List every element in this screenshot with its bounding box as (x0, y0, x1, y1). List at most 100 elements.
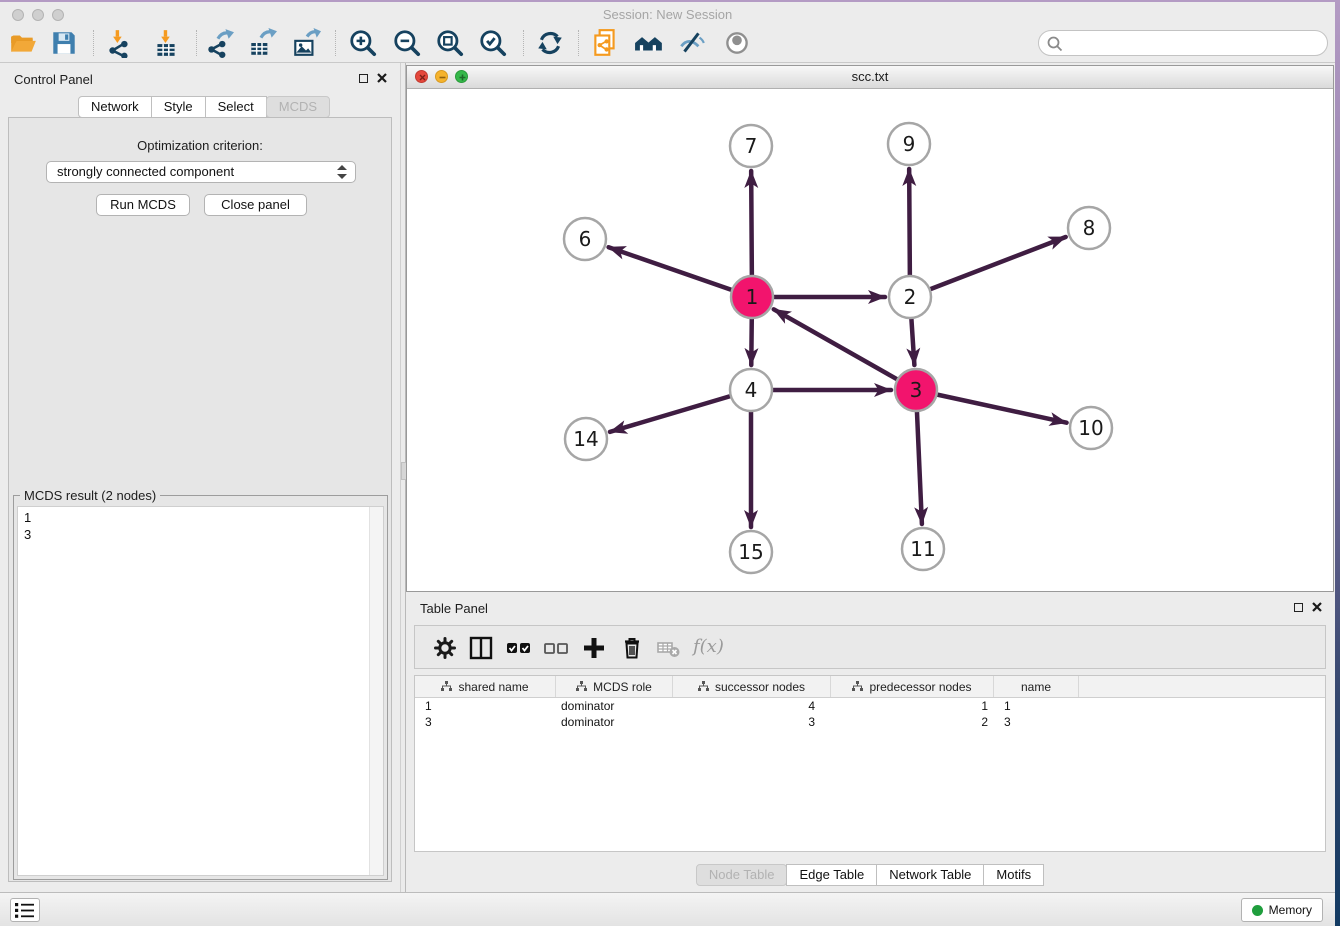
optimization-criterion-label: Optimization criterion: (9, 138, 391, 153)
graph-node-label: 6 (579, 227, 592, 251)
graph-node-label: 15 (738, 540, 763, 564)
close-panel-button[interactable]: Close panel (204, 194, 307, 216)
criterion-dropdown[interactable]: strongly connected component (46, 161, 356, 183)
select-all-icon[interactable] (505, 634, 533, 662)
export-table-icon[interactable] (247, 28, 277, 58)
table-panel: Table Panel (406, 594, 1334, 888)
tab-motifs[interactable]: Motifs (983, 864, 1044, 886)
mcds-result-title: MCDS result (2 nodes) (20, 488, 160, 503)
import-network-icon[interactable] (104, 28, 134, 58)
graph-edge-3-10[interactable] (916, 390, 1067, 423)
show-panel-button[interactable] (10, 898, 40, 922)
column-header-successor-nodes[interactable]: successor nodes (673, 676, 831, 697)
tab-style[interactable]: Style (151, 96, 206, 118)
column-header-mcds-role[interactable]: MCDS role (556, 676, 673, 697)
save-icon[interactable] (49, 28, 79, 58)
graph-node-label: 11 (910, 537, 935, 561)
trash-icon[interactable] (618, 634, 646, 662)
memory-label: Memory (1269, 903, 1312, 917)
tab-mcds[interactable]: MCDS (266, 96, 330, 118)
table-panel-title: Table Panel (420, 601, 488, 616)
columns-icon[interactable] (467, 634, 495, 662)
toolbar-separator (523, 30, 524, 56)
table-header: shared name MCDS role successor nodes pr… (415, 676, 1325, 698)
float-panel-icon[interactable] (359, 74, 368, 83)
table-cell: 4 (673, 698, 831, 714)
add-icon[interactable] (580, 634, 608, 662)
zoom-fit-icon[interactable] (435, 28, 465, 58)
chevron-updown-icon (337, 165, 347, 179)
zoom-in-icon[interactable] (348, 28, 378, 58)
import-table-icon[interactable] (151, 28, 181, 58)
result-scrollbar[interactable] (369, 507, 383, 875)
mcds-result-box: MCDS result (2 nodes) 1 3 (13, 495, 388, 880)
refresh-icon[interactable] (535, 28, 565, 58)
table-panel-window-buttons (1294, 602, 1322, 612)
memory-status-icon (1252, 905, 1263, 916)
toolbar-separator (93, 30, 94, 56)
table-cell: 3 (673, 714, 831, 730)
function-icon[interactable]: f(x) (693, 636, 724, 657)
node-table: shared name MCDS role successor nodes pr… (414, 675, 1326, 852)
column-header-shared-name[interactable]: shared name (415, 676, 556, 697)
float-panel-icon[interactable] (1294, 603, 1303, 612)
delete-table-icon[interactable] (655, 634, 683, 662)
search-input[interactable] (1038, 30, 1328, 56)
toolbar-separator (335, 30, 336, 56)
deselect-all-icon[interactable] (542, 634, 570, 662)
network-graph-canvas[interactable]: 7968124314101511 (407, 88, 1333, 591)
status-bar: Memory (0, 892, 1335, 926)
graph-edge-2-8[interactable] (910, 237, 1066, 297)
memory-button[interactable]: Memory (1241, 898, 1323, 922)
eye-icon[interactable] (722, 28, 752, 58)
run-mcds-button[interactable]: Run MCDS (96, 194, 190, 216)
graph-node-label: 9 (903, 132, 916, 156)
graph-node-label: 14 (573, 427, 598, 451)
toolbar-separator (196, 30, 197, 56)
tab-edge-table[interactable]: Edge Table (786, 864, 877, 886)
graph-node-label: 2 (904, 285, 917, 309)
export-network-icon[interactable] (204, 28, 234, 58)
graph-node-label: 7 (745, 134, 758, 158)
graph-node-label: 10 (1078, 416, 1103, 440)
home-icon[interactable] (634, 28, 664, 58)
table-row[interactable]: 3dominator323 (415, 714, 1325, 730)
hierarchy-icon (441, 681, 452, 692)
tab-network-table[interactable]: Network Table (876, 864, 984, 886)
graph-node-label: 1 (746, 285, 759, 309)
hide-visual-icon[interactable] (677, 28, 707, 58)
list-icon (15, 903, 35, 918)
zoom-selected-icon[interactable] (478, 28, 508, 58)
network-document-icon[interactable] (590, 28, 620, 58)
graph-edge-1-6[interactable] (609, 247, 752, 297)
table-tabs: Node Table Edge Table Network Table Moti… (406, 864, 1334, 886)
toolbar-separator (578, 30, 579, 56)
table-toolbar: f(x) (414, 625, 1326, 669)
open-folder-icon[interactable] (8, 28, 38, 58)
zoom-out-icon[interactable] (392, 28, 422, 58)
control-panel-tabs: Network Style Select MCDS (78, 96, 330, 118)
table-cell: 1 (831, 698, 994, 714)
desktop-edge (1335, 0, 1340, 926)
gear-icon[interactable] (431, 634, 459, 662)
control-panel-title: Control Panel (14, 72, 93, 87)
mcds-panel: Optimization criterion: strongly connect… (8, 117, 392, 882)
mcds-result-area[interactable]: 1 3 (17, 506, 384, 876)
table-body: 1dominator4113dominator323 (415, 698, 1325, 730)
tab-select[interactable]: Select (205, 96, 267, 118)
graph-edge-3-1[interactable] (774, 309, 916, 390)
network-view-window: scc.txt 7968124314101511 (406, 65, 1334, 592)
hierarchy-icon (576, 681, 587, 692)
column-header-name[interactable]: name (994, 676, 1079, 697)
graph-node-label: 8 (1083, 216, 1096, 240)
export-image-icon[interactable] (291, 28, 321, 58)
close-panel-icon[interactable] (1312, 602, 1322, 612)
tab-node-table[interactable]: Node Table (696, 864, 788, 886)
table-row[interactable]: 1dominator411 (415, 698, 1325, 714)
close-panel-icon[interactable] (377, 73, 387, 83)
tab-network[interactable]: Network (78, 96, 152, 118)
hierarchy-icon (852, 681, 863, 692)
column-header-predecessor-nodes[interactable]: predecessor nodes (831, 676, 994, 697)
network-window-titlebar[interactable]: scc.txt (407, 66, 1333, 89)
table-cell: 1 (415, 698, 556, 714)
